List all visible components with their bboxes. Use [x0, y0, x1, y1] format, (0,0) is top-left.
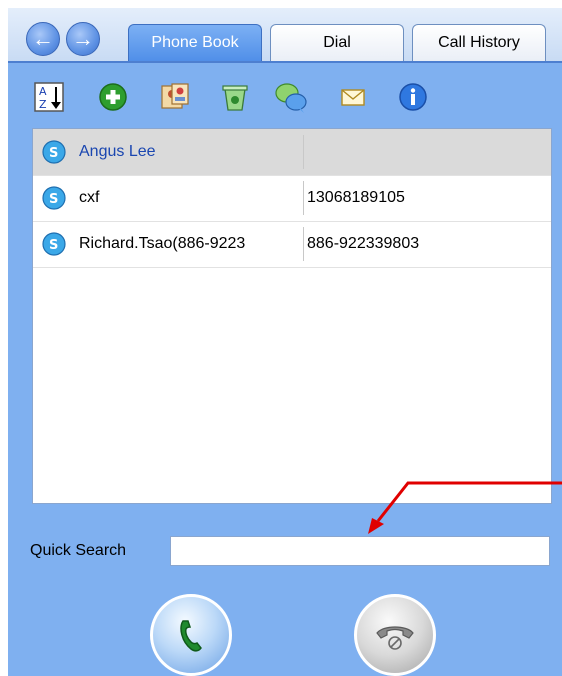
mail-icon[interactable] — [336, 80, 370, 114]
contacts-icon[interactable] — [158, 80, 192, 114]
column-divider — [303, 181, 304, 215]
contact-number — [307, 129, 547, 175]
add-contact-icon[interactable] — [96, 80, 130, 114]
phone-call-icon — [180, 620, 202, 652]
contact-list[interactable]: S Angus Lee S cxf 13068189105 S Richard.… — [32, 128, 552, 504]
contact-number: 13068189105 — [307, 189, 405, 206]
call-button[interactable] — [150, 594, 232, 676]
svg-text:A: A — [39, 85, 47, 98]
tab-bar: ← → Phone Book Dial Call History — [8, 8, 562, 63]
hang-up-icon — [376, 626, 414, 650]
column-divider — [303, 135, 304, 169]
contact-name: Angus Lee — [79, 143, 156, 160]
column-divider — [303, 227, 304, 261]
svg-text:S: S — [49, 238, 58, 253]
sort-az-icon[interactable]: A Z — [32, 80, 66, 114]
chat-icon[interactable] — [274, 80, 308, 114]
phone-app-window: ← → Phone Book Dial Call History A Z S A… — [8, 8, 562, 676]
contact-number: 886-922339803 — [307, 235, 420, 252]
skype-phone-icon: S — [42, 186, 66, 210]
hang-up-button[interactable] — [354, 594, 436, 676]
svg-text:Z: Z — [39, 98, 47, 111]
forward-button[interactable]: → — [66, 22, 100, 56]
contact-row[interactable]: S cxf 13068189105 — [33, 175, 551, 222]
contact-row[interactable]: S Angus Lee — [33, 129, 551, 176]
quick-search-label: Quick Search — [30, 542, 127, 559]
toolbar: A Z — [8, 72, 562, 118]
tab-call-history[interactable]: Call History — [412, 24, 546, 62]
delete-icon[interactable] — [218, 80, 252, 114]
tab-bar-divider — [8, 61, 562, 63]
contact-name: cxf — [79, 189, 100, 206]
svg-text:S: S — [49, 192, 58, 207]
contact-name: Richard.Tsao(886-9223 — [79, 235, 246, 252]
tab-phone-book[interactable]: Phone Book — [128, 24, 262, 62]
skype-phone-icon: S — [42, 232, 66, 256]
skype-phone-icon: S — [42, 140, 66, 164]
tab-dial[interactable]: Dial — [270, 24, 404, 62]
info-icon[interactable] — [396, 80, 430, 114]
quick-search-input[interactable] — [170, 536, 550, 566]
back-button[interactable]: ← — [26, 22, 60, 56]
contact-row[interactable]: S Richard.Tsao(886-9223 886-922339803 — [33, 221, 551, 268]
svg-text:S: S — [49, 146, 58, 161]
